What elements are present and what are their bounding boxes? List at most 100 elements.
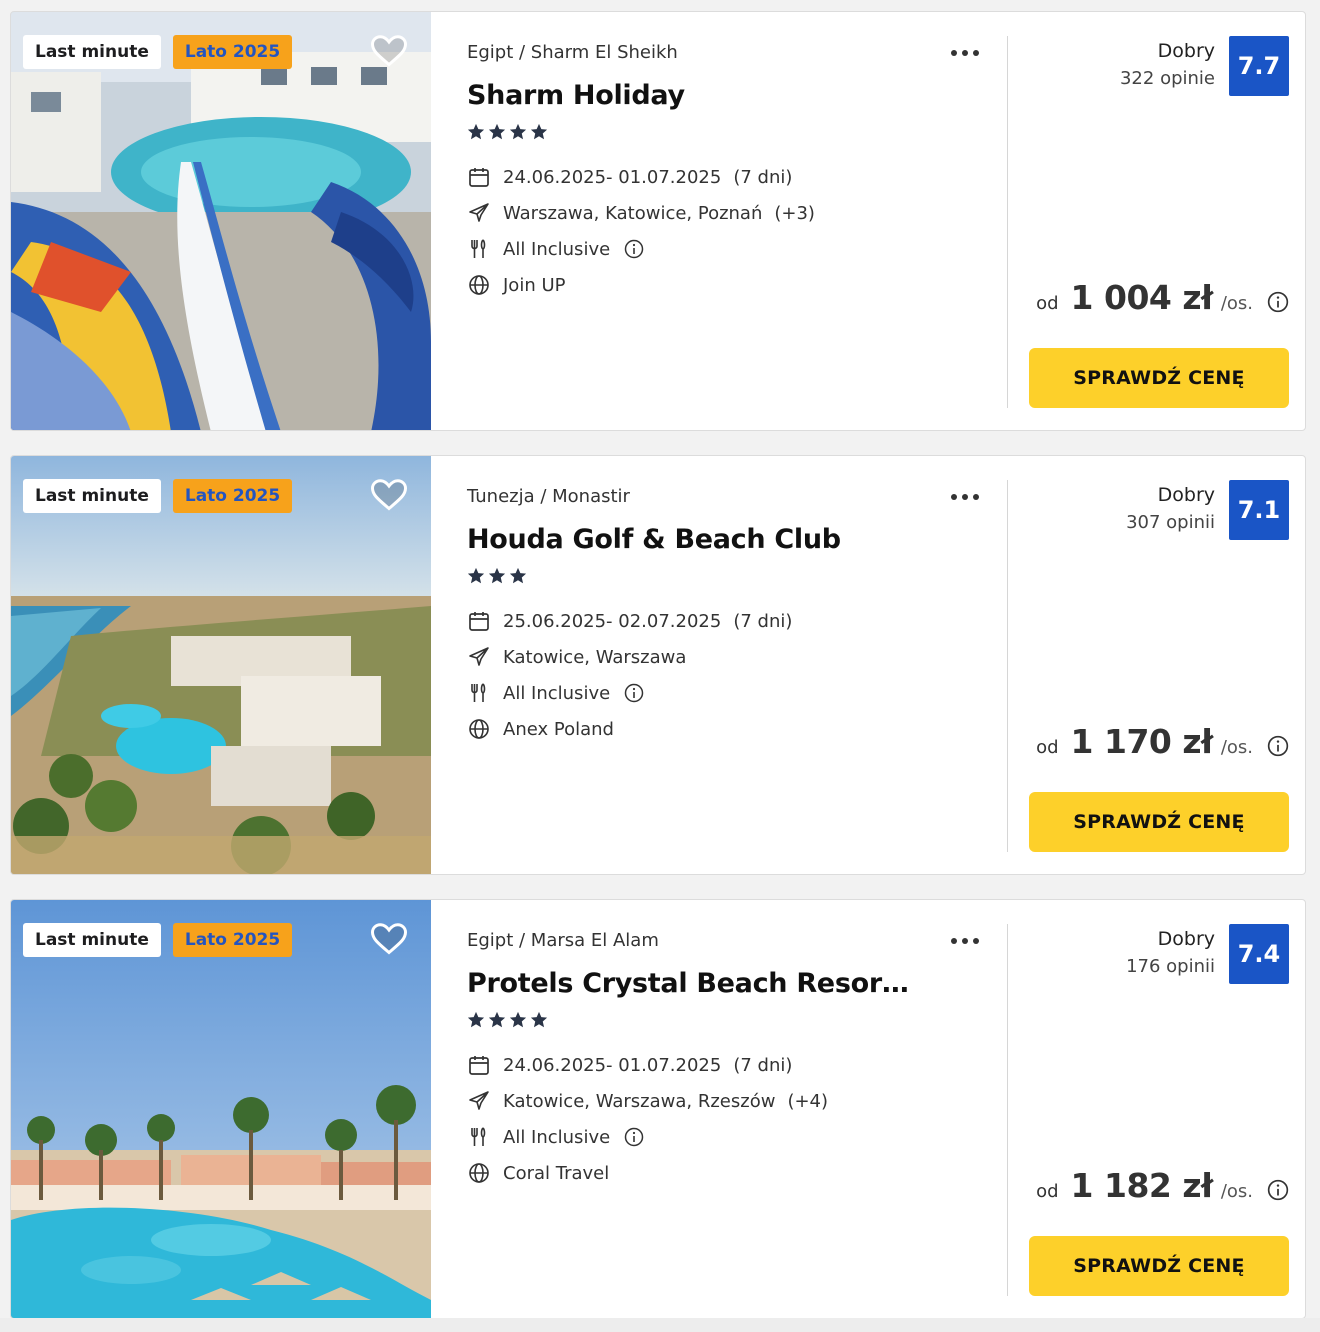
rating-word: Dobry: [1157, 484, 1215, 506]
departure-row: Katowice, Warszawa: [467, 644, 686, 670]
info-icon[interactable]: [1267, 735, 1289, 757]
price-prefix: od: [1036, 293, 1059, 314]
price-row: od 1 004 zł /os.: [1036, 278, 1289, 317]
star-icon: [509, 567, 527, 584]
star-icon: [467, 1011, 485, 1028]
departure-row: Katowice, Warszawa, Rzeszów (+4): [467, 1088, 828, 1114]
check-price-button[interactable]: SPRAWDŹ CENĘ: [1029, 348, 1289, 408]
score-badge: 7.4: [1229, 924, 1289, 984]
plane-icon: [467, 645, 491, 669]
offer-card[interactable]: Last minute Lato 2025 Egipt / Marsa El A…: [10, 899, 1306, 1319]
board-row: All Inclusive: [467, 236, 644, 262]
star-rating: [467, 123, 548, 141]
hotel-photo[interactable]: Last minute Lato 2025: [11, 12, 431, 430]
dates-text: 24.06.2025- 01.07.2025: [503, 166, 722, 188]
offer-card[interactable]: Last minute Lato 2025 Tunezja / Monastir…: [10, 455, 1306, 875]
season-badge: Lato 2025: [172, 923, 293, 957]
hotel-photo[interactable]: Last minute Lato 2025: [11, 456, 431, 874]
info-icon[interactable]: [624, 1127, 644, 1147]
departure-row: Warszawa, Katowice, Poznań (+3): [467, 200, 815, 226]
hotel-location[interactable]: Tunezja / Monastir: [467, 486, 630, 507]
calendar-icon: [467, 1053, 491, 1077]
score-badge: 7.1: [1229, 480, 1289, 540]
price-unit: /os.: [1220, 737, 1253, 758]
price-prefix: od: [1036, 737, 1059, 758]
duration-text: (7 dni): [733, 610, 793, 632]
calendar-icon: [467, 165, 491, 189]
operator-text: Coral Travel: [503, 1162, 610, 1184]
price-value: 1 182 zł: [1070, 1166, 1214, 1205]
hotel-name[interactable]: Protels Crystal Beach Resort (e...: [467, 968, 917, 999]
star-icon: [488, 567, 506, 584]
dates-text: 25.06.2025- 02.07.2025: [503, 610, 722, 632]
page-bottom-strip: [0, 1318, 1320, 1332]
divider: [1007, 924, 1008, 1296]
plane-icon: [467, 201, 491, 225]
reviews-count[interactable]: 322 opinie: [1120, 68, 1215, 89]
departure-extra[interactable]: (+3): [774, 203, 815, 224]
board-text: All Inclusive: [503, 682, 611, 704]
price-row: od 1 170 zł /os.: [1036, 722, 1289, 761]
star-icon: [467, 567, 485, 584]
check-price-button[interactable]: SPRAWDŹ CENĘ: [1029, 792, 1289, 852]
offer-card[interactable]: Last minute Lato 2025 Egipt / Sharm El S…: [10, 11, 1306, 431]
star-icon: [509, 1011, 527, 1028]
price-value: 1 004 zł: [1070, 278, 1214, 317]
heart-icon[interactable]: [371, 34, 407, 68]
more-options-icon[interactable]: [949, 930, 981, 950]
star-icon: [467, 123, 485, 140]
departure-extra[interactable]: (+4): [787, 1091, 828, 1112]
more-options-icon[interactable]: [949, 486, 981, 506]
operator-row: Anex Poland: [467, 716, 614, 742]
star-rating: [467, 567, 527, 585]
operator-row: Coral Travel: [467, 1160, 609, 1186]
dates-row: 24.06.2025- 01.07.2025 (7 dni): [467, 164, 792, 190]
more-options-icon[interactable]: [949, 42, 981, 62]
hotel-location[interactable]: Egipt / Marsa El Alam: [467, 930, 659, 951]
pool-resort-image: [11, 900, 431, 1318]
board-row: All Inclusive: [467, 1124, 644, 1150]
board-text: All Inclusive: [503, 238, 611, 260]
globe-icon: [467, 717, 491, 741]
check-price-button[interactable]: SPRAWDŹ CENĘ: [1029, 1236, 1289, 1296]
info-icon[interactable]: [624, 683, 644, 703]
operator-row: Join UP: [467, 272, 565, 298]
last-minute-badge: Last minute: [23, 923, 161, 957]
waterpark-image: [11, 12, 431, 430]
hotel-name[interactable]: Sharm Holiday: [467, 80, 917, 111]
season-badge: Lato 2025: [172, 35, 293, 69]
duration-text: (7 dni): [733, 166, 793, 188]
cutlery-icon: [467, 237, 491, 261]
globe-icon: [467, 1161, 491, 1185]
info-icon[interactable]: [1267, 291, 1289, 313]
dates-text: 24.06.2025- 01.07.2025: [503, 1054, 722, 1076]
departure-text: Katowice, Warszawa: [503, 646, 687, 668]
star-icon: [530, 123, 548, 140]
price-prefix: od: [1036, 1181, 1059, 1202]
dates-row: 24.06.2025- 01.07.2025 (7 dni): [467, 1052, 792, 1078]
board-text: All Inclusive: [503, 1126, 611, 1148]
star-icon: [488, 1011, 506, 1028]
board-row: All Inclusive: [467, 680, 644, 706]
duration-text: (7 dni): [733, 1054, 793, 1076]
score-badge: 7.7: [1229, 36, 1289, 96]
hotel-location[interactable]: Egipt / Sharm El Sheikh: [467, 42, 678, 63]
hotel-name[interactable]: Houda Golf & Beach Club: [467, 524, 917, 555]
reviews-count[interactable]: 307 opinii: [1126, 512, 1215, 533]
price-row: od 1 182 zł /os.: [1036, 1166, 1289, 1205]
reviews-count[interactable]: 176 opinii: [1126, 956, 1215, 977]
calendar-icon: [467, 609, 491, 633]
last-minute-badge: Last minute: [23, 35, 161, 69]
info-icon[interactable]: [624, 239, 644, 259]
heart-icon[interactable]: [371, 478, 407, 512]
star-rating: [467, 1011, 548, 1029]
rating-word: Dobry: [1157, 40, 1215, 62]
plane-icon: [467, 1089, 491, 1113]
dates-row: 25.06.2025- 02.07.2025 (7 dni): [467, 608, 792, 634]
heart-icon[interactable]: [371, 922, 407, 956]
rating-word: Dobry: [1157, 928, 1215, 950]
departure-text: Katowice, Warszawa, Rzeszów: [503, 1090, 776, 1112]
info-icon[interactable]: [1267, 1179, 1289, 1201]
operator-text: Join UP: [503, 274, 566, 296]
hotel-photo[interactable]: Last minute Lato 2025: [11, 900, 431, 1318]
